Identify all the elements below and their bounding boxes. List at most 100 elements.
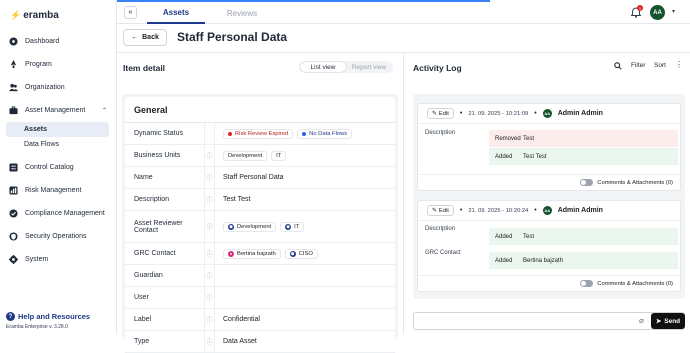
users-icon [9,83,18,92]
user-name: Admin Admin [557,207,603,214]
contact-tag[interactable]: ● Bertina bajzath [223,248,281,259]
avatar: AA [542,206,552,215]
rocket-icon [9,60,18,69]
edit-badge: ✎ Edit [427,205,454,216]
chevron-down-icon[interactable]: ▾ [672,8,675,15]
help-and-resources-link[interactable]: ? Help and Resources [6,312,90,321]
sidebar-item-program[interactable]: Program [0,53,117,76]
contact-tag[interactable]: ⬢ IT [280,221,305,232]
check-circle-icon [9,209,18,218]
diff-added: Added Bertina bajzath [489,252,678,269]
collapse-sidebar-button[interactable]: « [124,6,137,19]
info-icon[interactable]: ⓘ [205,167,215,188]
field-row-name: Name ⓘ Staff Personal Data [125,167,395,189]
comment-input[interactable] [413,312,685,330]
send-icon: ➤ [655,318,662,325]
dot-separator: • [534,207,537,214]
toggle-switch[interactable] [580,179,594,186]
field-row-type: Type ⓘ Data Asset [125,331,395,353]
sidebar-item-system[interactable]: System [0,248,117,271]
sidebar-item-organization[interactable]: Organization [0,76,117,99]
logo[interactable]: ⚡ eramba [10,10,59,21]
user-name: Admin Admin [557,110,603,117]
business-unit-tag[interactable]: Development [223,150,268,161]
business-unit-tag[interactable]: IT [271,150,287,161]
page-title: Staff Personal Data [177,30,288,44]
logo-mark-icon: ⚡ [10,10,22,20]
search-icon[interactable] [614,62,622,72]
info-icon[interactable]: ⓘ [205,309,215,330]
comments-attachments-toggle[interactable]: Comments & Attachments (0) [418,275,682,291]
avatar: AA [542,109,552,118]
info-icon[interactable]: ⓘ [205,331,215,352]
more-vertical-icon[interactable]: ⋮ [675,60,683,69]
sidebar-item-compliance-management[interactable]: Compliance Management [0,202,117,225]
field-label: User [125,287,205,308]
field-value: Confidential [223,316,260,323]
field-row-asset-reviewer-contact: Asset Reviewer Contact ⓘ ⬢ Development ⬢ I… [125,211,395,243]
dot-separator: • [459,207,463,214]
timestamp: 21. 09. 2025 - 10:21:09 [468,110,529,117]
field-value: Test Test [223,196,251,203]
briefcase-icon [9,106,18,115]
field-label: GRC Contact [125,243,205,264]
sidebar-item-security-operations[interactable]: Security Operations [0,225,117,248]
sidebar-subitem-data-flows[interactable]: Data Flows [0,137,117,152]
sidebar-item-risk-management[interactable]: Risk Management [0,179,117,202]
blue-dot-icon [302,131,307,136]
item-detail-card: General Dynamic Status Risk Review Expir… [122,94,398,353]
activity-list: ✎ Edit • 21. 09. 2025 - 10:21:09 • AA Adm… [413,94,685,299]
panel-divider [403,52,404,334]
edit-badge: ✎ Edit [427,108,454,119]
toggle-switch[interactable] [580,280,594,287]
group-icon: ⬢ [228,223,234,230]
field-label: Dynamic Status [125,123,205,144]
group-icon: ⬢ [285,223,292,230]
chevron-up-icon[interactable]: ⌃ [102,107,107,114]
pencil-icon: ✎ [432,110,437,117]
field-row-description: Description ⓘ Test Test [125,189,395,211]
activity-entry: ✎ Edit • 21. 09. 2025 - 10:21:09 • AA Adm… [417,103,682,191]
notification-count-badge: 1 [637,5,643,11]
changed-field-label: Description [425,226,456,232]
send-button[interactable]: ➤ Send [651,313,685,329]
report-view-button[interactable]: Report view [346,62,392,72]
field-row-grc-contact: GRC Contact ⓘ ● Bertina bajzath ⬢ CISO [125,243,395,265]
list-icon [9,163,18,172]
timestamp: 21. 09. 2025 - 10:20:24 [468,207,529,214]
tab-assets[interactable]: Assets [147,2,205,24]
field-label: Type [125,331,205,352]
back-button[interactable]: ← Back [123,29,167,46]
sort-button[interactable]: Sort [654,62,666,69]
info-icon[interactable]: ⓘ [205,189,215,210]
tab-reviews[interactable]: Reviews [212,2,272,24]
section-general-title: General [125,97,395,123]
filter-button[interactable]: Filter [631,62,645,69]
comments-attachments-toggle[interactable]: Comments & Attachments (0) [418,174,682,190]
sidebar-item-dashboard[interactable]: Dashboard [0,30,117,53]
info-icon[interactable]: ⓘ [205,265,215,286]
paperclip-icon[interactable]: ⌀ [639,316,644,325]
field-label: Description [125,189,205,210]
field-row-label: Label ⓘ Confidential [125,309,395,331]
info-icon[interactable]: ⓘ [205,145,215,166]
changed-field-label: GRC Contact [425,250,461,256]
field-label: Asset Reviewer Contact [125,211,205,242]
chart-icon [9,186,18,195]
contact-tag[interactable]: ⬢ Development [223,221,277,232]
list-view-button[interactable]: List view [300,62,346,72]
field-value: Staff Personal Data [223,174,284,181]
diff-added: Added Test [489,228,678,245]
info-icon[interactable]: ⓘ [205,243,215,264]
sidebar-item-control-catalog[interactable]: Control Catalog [0,156,117,179]
double-chevron-left-icon: « [128,9,133,16]
info-icon [205,123,215,144]
info-icon[interactable]: ⓘ [205,211,215,242]
user-avatar[interactable]: AA [650,5,665,20]
dot-separator: • [534,110,537,117]
top-header: « Assets Reviews 1 AA ▾ [117,2,690,24]
info-icon[interactable]: ⓘ [205,287,215,308]
contact-tag[interactable]: ⬢ CISO [284,248,318,259]
sidebar-subitem-assets[interactable]: Assets [6,122,109,137]
sidebar-item-asset-management[interactable]: Asset Management ⌃ [0,99,117,122]
